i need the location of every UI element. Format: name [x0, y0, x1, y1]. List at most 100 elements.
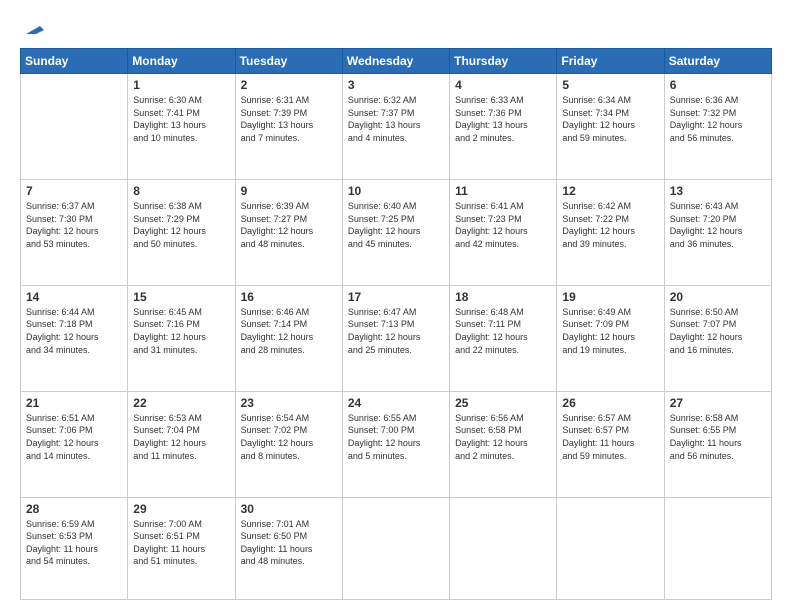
cell-text: Sunrise: 6:46 AMSunset: 7:14 PMDaylight:…	[241, 306, 337, 356]
day-number: 18	[455, 290, 551, 304]
logo	[20, 16, 44, 38]
calendar-cell	[342, 497, 449, 599]
header	[20, 16, 772, 38]
cell-text: Sunrise: 6:57 AMSunset: 6:57 PMDaylight:…	[562, 412, 658, 462]
calendar-cell: 20 Sunrise: 6:50 AMSunset: 7:07 PMDayligh…	[664, 285, 771, 391]
cell-text: Sunrise: 6:53 AMSunset: 7:04 PMDaylight:…	[133, 412, 229, 462]
day-number: 15	[133, 290, 229, 304]
day-number: 7	[26, 184, 122, 198]
calendar-week-4: 28Sunrise: 6:59 AMSunset: 6:53 PMDayligh…	[21, 497, 772, 599]
cell-text: Sunrise: 6:33 AMSunset: 7:36 PMDaylight:…	[455, 94, 551, 144]
cell-text: Sunrise: 6:32 AMSunset: 7:37 PMDaylight:…	[348, 94, 444, 144]
cell-text: Sunrise: 6:56 AMSunset: 6:58 PMDaylight:…	[455, 412, 551, 462]
calendar-cell: 13 Sunrise: 6:43 AMSunset: 7:20 PMDayligh…	[664, 179, 771, 285]
calendar-cell	[557, 497, 664, 599]
day-number: 11	[455, 184, 551, 198]
calendar-cell: 12Sunrise: 6:42 AMSunset: 7:22 PMDayligh…	[557, 179, 664, 285]
cell-text: Sunrise: 7:01 AMSunset: 6:50 PMDaylight:…	[241, 518, 337, 568]
day-number: 16	[241, 290, 337, 304]
calendar-week-0: 1 Sunrise: 6:30 AMSunset: 7:41 PMDaylight…	[21, 74, 772, 180]
cell-text: Sunrise: 6:40 AMSunset: 7:25 PMDaylight:…	[348, 200, 444, 250]
calendar-cell: 24Sunrise: 6:55 AMSunset: 7:00 PMDayligh…	[342, 391, 449, 497]
calendar-cell: 17 Sunrise: 6:47 AMSunset: 7:13 PMDayligh…	[342, 285, 449, 391]
cell-text: Sunrise: 6:41 AMSunset: 7:23 PMDaylight:…	[455, 200, 551, 250]
day-number: 2	[241, 78, 337, 92]
calendar-cell: 7 Sunrise: 6:37 AMSunset: 7:30 PMDaylight…	[21, 179, 128, 285]
day-number: 9	[241, 184, 337, 198]
weekday-header-row: SundayMondayTuesdayWednesdayThursdayFrid…	[21, 49, 772, 74]
cell-text: Sunrise: 6:54 AMSunset: 7:02 PMDaylight:…	[241, 412, 337, 462]
cell-text: Sunrise: 6:38 AMSunset: 7:29 PMDaylight:…	[133, 200, 229, 250]
cell-text: Sunrise: 6:50 AMSunset: 7:07 PMDaylight:…	[670, 306, 766, 356]
calendar-cell: 26 Sunrise: 6:57 AMSunset: 6:57 PMDayligh…	[557, 391, 664, 497]
day-number: 21	[26, 396, 122, 410]
cell-text: Sunrise: 6:37 AMSunset: 7:30 PMDaylight:…	[26, 200, 122, 250]
calendar-cell: 27 Sunrise: 6:58 AMSunset: 6:55 PMDayligh…	[664, 391, 771, 497]
day-number: 30	[241, 502, 337, 516]
calendar-cell: 10 Sunrise: 6:40 AMSunset: 7:25 PMDayligh…	[342, 179, 449, 285]
cell-text: Sunrise: 7:00 AMSunset: 6:51 PMDaylight:…	[133, 518, 229, 568]
calendar-week-3: 21 Sunrise: 6:51 AMSunset: 7:06 PMDayligh…	[21, 391, 772, 497]
cell-text: Sunrise: 6:44 AMSunset: 7:18 PMDaylight:…	[26, 306, 122, 356]
cell-text: Sunrise: 6:48 AMSunset: 7:11 PMDaylight:…	[455, 306, 551, 356]
day-number: 28	[26, 502, 122, 516]
calendar-cell: 16 Sunrise: 6:46 AMSunset: 7:14 PMDayligh…	[235, 285, 342, 391]
cell-text: Sunrise: 6:47 AMSunset: 7:13 PMDaylight:…	[348, 306, 444, 356]
day-number: 29	[133, 502, 229, 516]
calendar-week-1: 7 Sunrise: 6:37 AMSunset: 7:30 PMDaylight…	[21, 179, 772, 285]
cell-text: Sunrise: 6:58 AMSunset: 6:55 PMDaylight:…	[670, 412, 766, 462]
cell-text: Sunrise: 6:34 AMSunset: 7:34 PMDaylight:…	[562, 94, 658, 144]
calendar-week-2: 14 Sunrise: 6:44 AMSunset: 7:18 PMDayligh…	[21, 285, 772, 391]
calendar-cell: 5 Sunrise: 6:34 AMSunset: 7:34 PMDaylight…	[557, 74, 664, 180]
cell-text: Sunrise: 6:55 AMSunset: 7:00 PMDaylight:…	[348, 412, 444, 462]
day-number: 8	[133, 184, 229, 198]
weekday-header-monday: Monday	[128, 49, 235, 74]
calendar-cell: 11 Sunrise: 6:41 AMSunset: 7:23 PMDayligh…	[450, 179, 557, 285]
day-number: 17	[348, 290, 444, 304]
calendar-cell: 29 Sunrise: 7:00 AMSunset: 6:51 PMDayligh…	[128, 497, 235, 599]
cell-text: Sunrise: 6:45 AMSunset: 7:16 PMDaylight:…	[133, 306, 229, 356]
day-number: 5	[562, 78, 658, 92]
day-number: 13	[670, 184, 766, 198]
calendar-cell: 8 Sunrise: 6:38 AMSunset: 7:29 PMDaylight…	[128, 179, 235, 285]
calendar-cell: 6Sunrise: 6:36 AMSunset: 7:32 PMDaylight…	[664, 74, 771, 180]
calendar-cell	[664, 497, 771, 599]
cell-text: Sunrise: 6:49 AMSunset: 7:09 PMDaylight:…	[562, 306, 658, 356]
calendar-cell: 1 Sunrise: 6:30 AMSunset: 7:41 PMDaylight…	[128, 74, 235, 180]
day-number: 27	[670, 396, 766, 410]
day-number: 10	[348, 184, 444, 198]
day-number: 20	[670, 290, 766, 304]
day-number: 26	[562, 396, 658, 410]
calendar-cell: 18 Sunrise: 6:48 AMSunset: 7:11 PMDayligh…	[450, 285, 557, 391]
calendar-cell: 4 Sunrise: 6:33 AMSunset: 7:36 PMDaylight…	[450, 74, 557, 180]
calendar-cell: 3 Sunrise: 6:32 AMSunset: 7:37 PMDaylight…	[342, 74, 449, 180]
weekday-header-friday: Friday	[557, 49, 664, 74]
cell-text: Sunrise: 6:39 AMSunset: 7:27 PMDaylight:…	[241, 200, 337, 250]
day-number: 14	[26, 290, 122, 304]
calendar-cell: 14 Sunrise: 6:44 AMSunset: 7:18 PMDayligh…	[21, 285, 128, 391]
logo-icon	[22, 16, 44, 38]
weekday-header-tuesday: Tuesday	[235, 49, 342, 74]
cell-text: Sunrise: 6:30 AMSunset: 7:41 PMDaylight:…	[133, 94, 229, 144]
day-number: 1	[133, 78, 229, 92]
calendar-cell: 15 Sunrise: 6:45 AMSunset: 7:16 PMDayligh…	[128, 285, 235, 391]
calendar-cell: 28Sunrise: 6:59 AMSunset: 6:53 PMDayligh…	[21, 497, 128, 599]
day-number: 19	[562, 290, 658, 304]
day-number: 3	[348, 78, 444, 92]
calendar-cell: 9 Sunrise: 6:39 AMSunset: 7:27 PMDaylight…	[235, 179, 342, 285]
calendar-cell: 25Sunrise: 6:56 AMSunset: 6:58 PMDayligh…	[450, 391, 557, 497]
day-number: 6	[670, 78, 766, 92]
calendar-cell: 19 Sunrise: 6:49 AMSunset: 7:09 PMDayligh…	[557, 285, 664, 391]
cell-text: Sunrise: 6:31 AMSunset: 7:39 PMDaylight:…	[241, 94, 337, 144]
day-number: 4	[455, 78, 551, 92]
weekday-header-sunday: Sunday	[21, 49, 128, 74]
cell-text: Sunrise: 6:51 AMSunset: 7:06 PMDaylight:…	[26, 412, 122, 462]
calendar-cell: 21 Sunrise: 6:51 AMSunset: 7:06 PMDayligh…	[21, 391, 128, 497]
calendar-cell: 23Sunrise: 6:54 AMSunset: 7:02 PMDayligh…	[235, 391, 342, 497]
weekday-header-wednesday: Wednesday	[342, 49, 449, 74]
cell-text: Sunrise: 6:42 AMSunset: 7:22 PMDaylight:…	[562, 200, 658, 250]
cell-text: Sunrise: 6:43 AMSunset: 7:20 PMDaylight:…	[670, 200, 766, 250]
day-number: 22	[133, 396, 229, 410]
calendar-cell: 2 Sunrise: 6:31 AMSunset: 7:39 PMDaylight…	[235, 74, 342, 180]
weekday-header-thursday: Thursday	[450, 49, 557, 74]
